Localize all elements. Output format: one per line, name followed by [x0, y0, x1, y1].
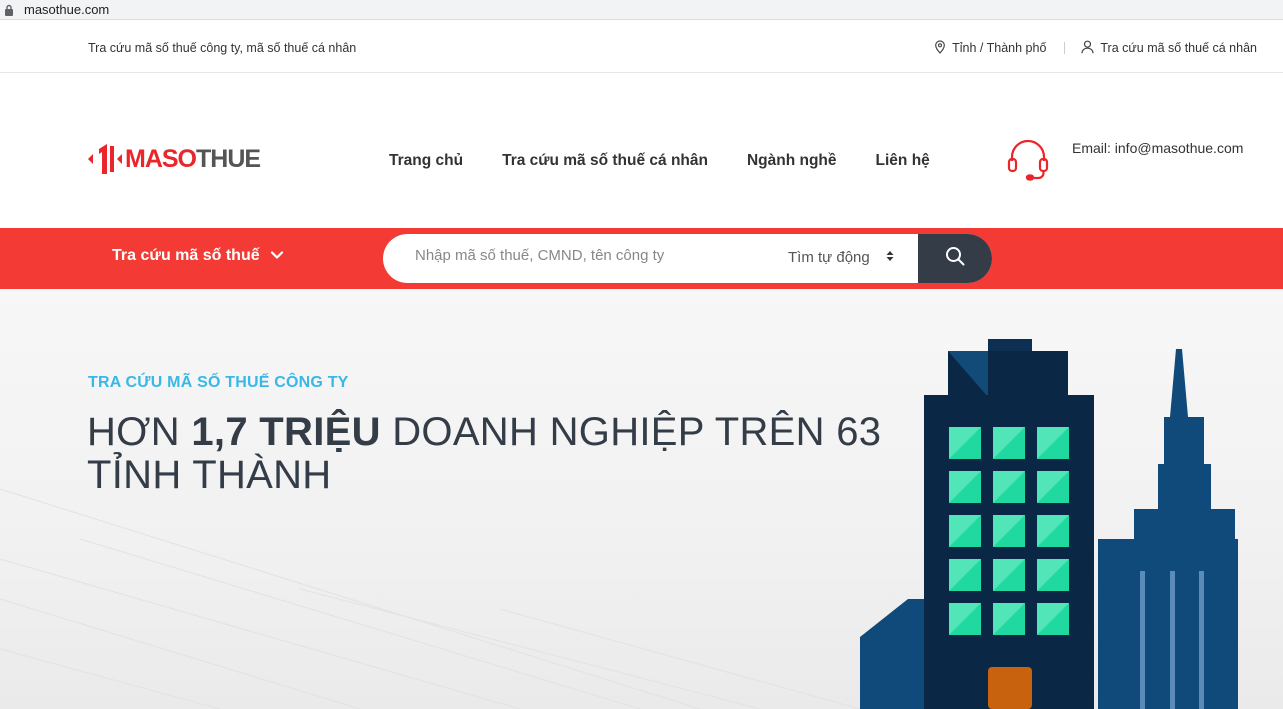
chevron-down-icon: [260, 247, 284, 265]
personal-tax-link-label: Tra cứu mã số thuế cá nhân: [1100, 41, 1257, 55]
hero-kicker: TRA CỨU MÃ SỐ THUẾ CÔNG TY: [88, 374, 349, 391]
user-icon: [1081, 40, 1100, 57]
search-category-label: Tra cứu mã số thuế: [112, 247, 260, 264]
search-category-dropdown[interactable]: Tra cứu mã số thuế: [112, 247, 284, 265]
search-box: Tìm tự động: [383, 234, 992, 283]
site-header: MASO THUE Trang chủ Tra cứu mã số thuế cá…: [0, 73, 1283, 228]
buildings-illustration: [860, 339, 1238, 709]
browser-address-bar[interactable]: masothue.com: [0, 0, 1283, 20]
nav-industries[interactable]: Ngành nghề: [747, 152, 837, 170]
search-input[interactable]: [415, 247, 755, 264]
hero-section: TRA CỨU MÃ SỐ THUẾ CÔNG TY HƠN 1,7 TRIỆU…: [0, 289, 1283, 709]
top-links: Tỉnh / Thành phố Tra cứu mã số thuế cá n…: [934, 39, 1257, 57]
site-tagline: Tra cứu mã số thuế công ty, mã số thuế c…: [88, 41, 357, 55]
top-info-bar: Tra cứu mã số thuế công ty, mã số thuế c…: [0, 24, 1283, 73]
nav-personal-tax[interactable]: Tra cứu mã số thuế cá nhân: [502, 152, 708, 170]
province-link[interactable]: Tỉnh / Thành phố: [934, 39, 1047, 57]
logo-mark-icon: [88, 142, 122, 176]
map-pin-icon: [934, 39, 952, 57]
main-nav: Trang chủ Tra cứu mã số thuế cá nhân Ngà…: [389, 152, 969, 170]
search-mode-value: Tìm tự động: [788, 249, 870, 266]
divider: [1064, 42, 1066, 54]
headset-icon: [1006, 137, 1050, 186]
personal-tax-link[interactable]: Tra cứu mã số thuế cá nhân: [1081, 40, 1257, 57]
nav-contact[interactable]: Liên hệ: [876, 152, 930, 170]
site-logo[interactable]: MASO THUE: [88, 142, 261, 176]
lock-icon: [4, 4, 14, 16]
search-mode-select[interactable]: Tìm tự động: [788, 249, 894, 266]
search-button[interactable]: [918, 234, 992, 283]
sort-icon: [870, 249, 894, 266]
headline-prefix: HƠN: [87, 410, 192, 454]
nav-home[interactable]: Trang chủ: [389, 152, 463, 170]
url-text: masothue.com: [24, 2, 110, 17]
hero-headline: HƠN 1,7 TRIỆU DOANH NGHIỆP TRÊN 63 TỈNH …: [87, 411, 887, 497]
contact-email: Email: info@masothue.com: [1072, 140, 1244, 156]
search-bar-section: Tra cứu mã số thuế Tìm tự động: [0, 228, 1283, 289]
province-link-label: Tỉnh / Thành phố: [952, 41, 1047, 55]
search-icon: [945, 246, 965, 271]
logo-text-maso: MASO: [125, 144, 197, 173]
logo-text-thue: THUE: [196, 144, 261, 173]
headline-highlight: 1,7 TRIỆU: [191, 410, 381, 454]
